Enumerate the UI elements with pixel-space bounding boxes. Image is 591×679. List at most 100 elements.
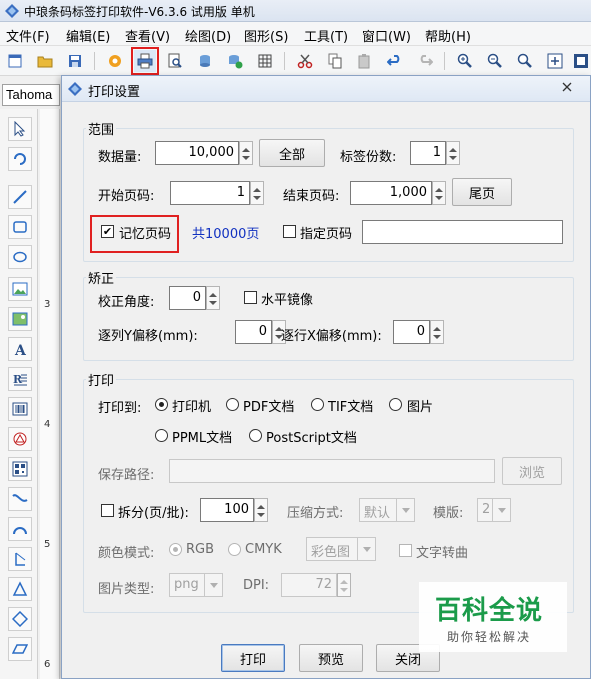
database-add-icon[interactable] [224, 50, 246, 72]
curve-tool-icon[interactable] [8, 487, 32, 511]
menu-edit[interactable]: 编辑(E) [66, 26, 110, 45]
data-count-stepper[interactable] [239, 141, 253, 165]
last-page-button[interactable]: 尾页 [452, 178, 512, 206]
split-stepper[interactable] [254, 498, 268, 522]
preview-button[interactable]: 预览 [299, 644, 363, 672]
start-page-stepper[interactable] [250, 181, 264, 205]
copy-icon[interactable] [324, 50, 346, 72]
printer-radio[interactable] [155, 398, 168, 411]
template-value: 2 [482, 502, 491, 517]
split-checkbox[interactable] [101, 504, 114, 517]
y-offset-input[interactable]: 0 [235, 320, 272, 344]
zoom-fit-icon[interactable] [514, 50, 536, 72]
compress-label: 压缩方式: [287, 506, 344, 521]
rgb-radio[interactable] [169, 543, 182, 556]
tif-radio[interactable] [311, 398, 324, 411]
chevron-down-icon [492, 499, 510, 521]
redo-icon[interactable] [414, 50, 436, 72]
printer-icon[interactable] [131, 47, 159, 75]
diamond-tool-icon[interactable] [8, 607, 32, 631]
menu-window[interactable]: 窗口(W) [362, 26, 411, 45]
ellipse-tool-icon[interactable] [8, 245, 32, 269]
end-page-stepper[interactable] [432, 181, 446, 205]
fit-page-icon[interactable] [544, 50, 566, 72]
barcode-tool-icon[interactable] [8, 397, 32, 421]
color-mode-label: 颜色模式: [98, 546, 155, 561]
settings-icon[interactable] [104, 50, 126, 72]
image-type-select[interactable]: png [169, 573, 223, 597]
zoom-in-icon[interactable] [454, 50, 476, 72]
pointer-tool-icon[interactable] [8, 117, 32, 141]
text-to-curve-checkbox[interactable] [399, 544, 412, 557]
undo-icon[interactable] [384, 50, 406, 72]
close-icon[interactable] [547, 76, 587, 98]
print-button[interactable]: 打印 [221, 644, 285, 672]
fullscreen-icon[interactable] [570, 50, 591, 72]
x-offset-input[interactable]: 0 [393, 320, 430, 344]
rectangle-tool-icon[interactable] [8, 215, 32, 239]
paste-icon[interactable] [354, 50, 376, 72]
postscript-radio[interactable] [249, 429, 262, 442]
copies-input[interactable]: 1 [410, 141, 446, 165]
cut-icon[interactable] [294, 50, 316, 72]
menu-help[interactable]: 帮助(H) [425, 26, 471, 45]
triangle-tool-icon[interactable] [8, 577, 32, 601]
compress-select[interactable]: 默认 [359, 498, 415, 522]
total-pages-text: 共10000页 [192, 227, 260, 242]
end-page-input[interactable]: 1,000 [350, 181, 432, 205]
grid-icon[interactable] [254, 50, 276, 72]
angle-stepper[interactable] [206, 286, 220, 310]
copies-stepper[interactable] [446, 141, 460, 165]
parallelogram-tool-icon[interactable] [8, 637, 32, 661]
save-path-input[interactable] [169, 459, 495, 483]
menu-bar: 文件(F) 编辑(E) 查看(V) 绘图(D) 图形(S) 工具(T) 窗口(W… [0, 22, 591, 46]
image-radio[interactable] [389, 398, 402, 411]
database-icon[interactable] [194, 50, 216, 72]
x-offset-stepper[interactable] [430, 320, 444, 344]
menu-view[interactable]: 查看(V) [125, 26, 170, 45]
print-preview-icon[interactable] [164, 50, 186, 72]
dpi-stepper[interactable] [337, 573, 351, 597]
arc-tool-icon[interactable] [8, 517, 32, 541]
template-select[interactable]: 2 [477, 498, 511, 522]
specify-page-checkbox[interactable] [283, 225, 296, 238]
polyline-tool-icon[interactable] [8, 547, 32, 571]
zoom-out-icon[interactable] [484, 50, 506, 72]
rich-text-tool-icon[interactable]: R [8, 367, 32, 391]
font-family-select[interactable]: Tahoma [2, 84, 60, 106]
qrcode-tool-icon[interactable] [8, 457, 32, 481]
angle-input[interactable]: 0 [169, 286, 206, 310]
data-count-input[interactable]: 10,000 [155, 141, 239, 165]
menu-tools[interactable]: 工具(T) [304, 26, 348, 45]
all-button[interactable]: 全部 [259, 139, 325, 167]
vertical-ruler: 3 4 5 6 [40, 109, 60, 679]
shape-tool-icon[interactable] [8, 427, 32, 451]
remember-page-checkbox[interactable]: ✔ [101, 225, 114, 238]
menu-shape[interactable]: 图形(S) [244, 26, 288, 45]
menu-file[interactable]: 文件(F) [6, 26, 50, 45]
split-input[interactable]: 100 [200, 498, 254, 522]
rgb-label: RGB [186, 542, 215, 557]
browse-button[interactable]: 浏览 [502, 457, 562, 485]
range-group-title: 范围 [86, 119, 117, 138]
pdf-radio[interactable] [226, 398, 239, 411]
open-icon[interactable] [34, 50, 56, 72]
new-icon[interactable] [4, 50, 26, 72]
chevron-down-icon [357, 538, 375, 560]
text-tool-icon[interactable]: A [8, 337, 32, 361]
cmyk-radio[interactable] [228, 543, 241, 556]
mirror-checkbox[interactable] [244, 291, 257, 304]
rotate-tool-icon[interactable] [8, 147, 32, 171]
menu-draw[interactable]: 绘图(D) [185, 26, 231, 45]
picture-tool-icon[interactable] [8, 307, 32, 331]
ppml-radio[interactable] [155, 429, 168, 442]
color-select[interactable]: 彩色图 [306, 537, 376, 561]
ruler-number: 6 [44, 659, 51, 670]
start-page-input[interactable]: 1 [170, 181, 250, 205]
line-tool-icon[interactable] [8, 185, 32, 209]
dpi-input[interactable]: 72 [281, 573, 337, 597]
save-icon[interactable] [64, 50, 86, 72]
specify-page-label: 指定页码 [300, 227, 353, 242]
image-tool-icon[interactable] [8, 277, 32, 301]
specify-page-input[interactable] [362, 220, 563, 244]
